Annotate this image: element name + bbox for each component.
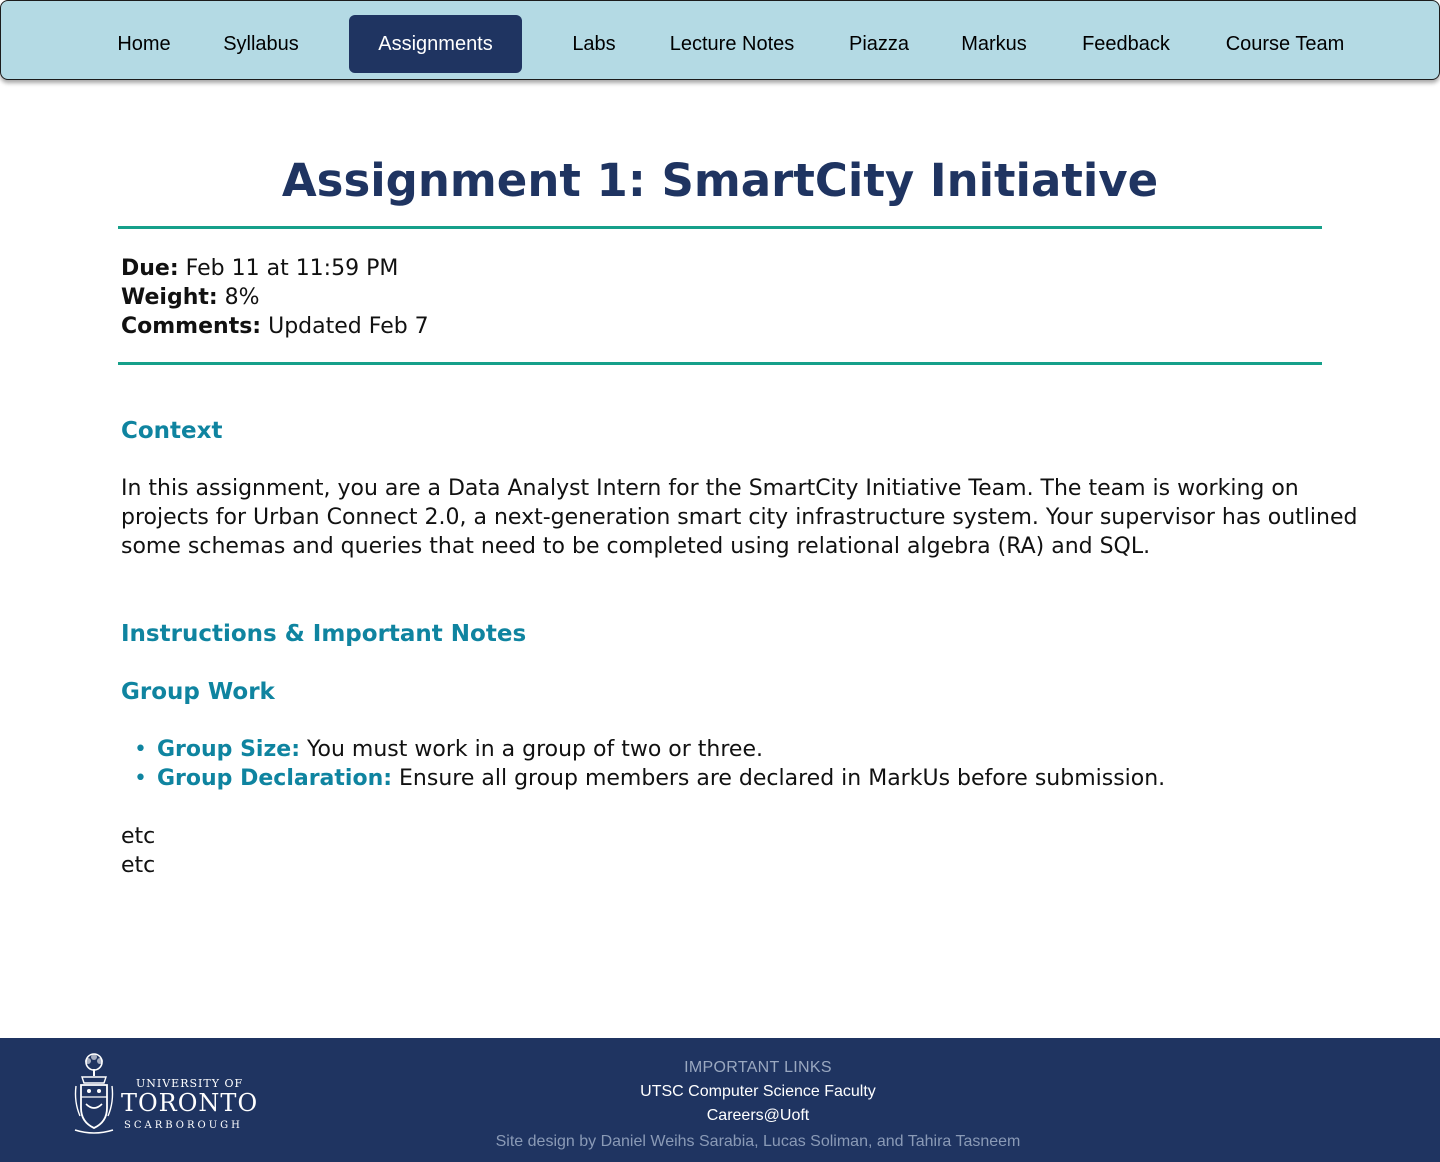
footer-link-cs-faculty[interactable]: UTSC Computer Science Faculty xyxy=(0,1083,1440,1101)
group-work-list: • Group Size: You must work in a group o… xyxy=(121,735,1165,793)
nav-item-piazza[interactable]: Piazza xyxy=(837,15,921,73)
nav-item-labs[interactable]: Labs xyxy=(561,15,627,73)
list-item: • Group Size: You must work in a group o… xyxy=(121,735,1165,764)
bullet-dot: • xyxy=(134,737,147,762)
due-value: Feb 11 at 11:59 PM xyxy=(185,256,399,281)
weight-label: Weight: xyxy=(121,285,218,310)
nav-item-course-team[interactable]: Course Team xyxy=(1211,15,1359,73)
due-row: Due: Feb 11 at 11:59 PM xyxy=(121,254,429,283)
bullet-dot: • xyxy=(134,766,147,791)
nav-item-feedback[interactable]: Feedback xyxy=(1069,15,1183,73)
comments-label: Comments: xyxy=(121,314,262,339)
comments-row: Comments: Updated Feb 7 xyxy=(121,312,429,341)
context-heading: Context xyxy=(121,418,223,444)
weight-value: 8% xyxy=(224,285,260,310)
bullet-label: Group Size: xyxy=(157,737,300,762)
meta-divider xyxy=(118,362,1322,365)
page-footer: UNIVERSITY OF TORONTO SCARBOROUGH IMPORT… xyxy=(0,1038,1440,1162)
footer-credit: Site design by Daniel Weihs Sarabia, Luc… xyxy=(495,1133,1021,1150)
weight-row: Weight: 8% xyxy=(121,283,429,312)
page-title: Assignment 1: SmartCity Initiative xyxy=(281,154,1159,207)
nav-item-assignments[interactable]: Assignments xyxy=(349,15,522,73)
footer-links-heading: IMPORTANT LINKS xyxy=(684,1059,832,1076)
footer-link-careers[interactable]: Careers@Uoft xyxy=(0,1107,1440,1125)
instructions-heading: Instructions & Important Notes xyxy=(121,621,527,647)
nav-item-syllabus[interactable]: Syllabus xyxy=(211,15,311,73)
etc-text-2: etc xyxy=(121,853,156,878)
bullet-text: Ensure all group members are declared in… xyxy=(399,766,1166,791)
bullet-label: Group Declaration: xyxy=(157,766,393,791)
bullet-text: You must work in a group of two or three… xyxy=(307,737,763,762)
nav-item-markus[interactable]: Markus xyxy=(949,15,1039,73)
nav-item-lecture-notes[interactable]: Lecture Notes xyxy=(655,15,809,73)
nav-item-home[interactable]: Home xyxy=(105,15,183,73)
comments-value: Updated Feb 7 xyxy=(268,314,429,339)
title-divider xyxy=(118,226,1322,229)
assignment-meta: Due: Feb 11 at 11:59 PM Weight: 8% Comme… xyxy=(121,254,429,341)
group-work-heading: Group Work xyxy=(121,679,275,705)
etc-text-1: etc xyxy=(121,824,156,849)
due-label: Due: xyxy=(121,256,179,281)
context-paragraph: In this assignment, you are a Data Analy… xyxy=(121,476,1358,559)
list-item: • Group Declaration: Ensure all group me… xyxy=(121,764,1165,793)
top-navbar: Home Syllabus Assignments Labs Lecture N… xyxy=(0,0,1440,80)
